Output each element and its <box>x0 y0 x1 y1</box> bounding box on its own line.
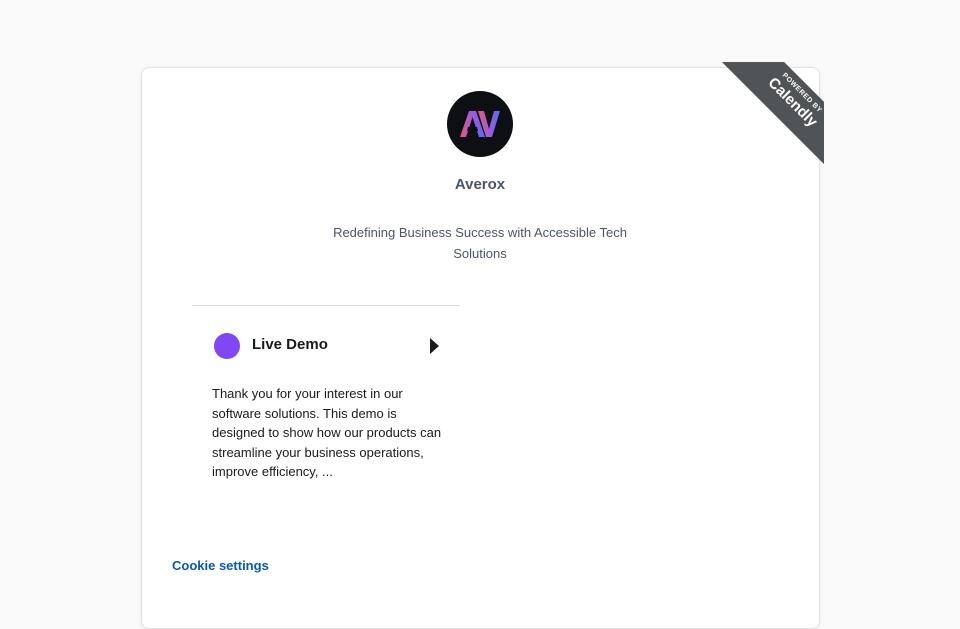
averox-logo-icon <box>460 111 500 137</box>
organization-name: Averox <box>454 176 506 193</box>
cookie-settings-link[interactable]: Cookie settings <box>172 558 269 573</box>
play-arrow-icon <box>430 338 439 354</box>
event-description: Thank you for your interest in our softw… <box>212 386 442 480</box>
powered-by-ribbon[interactable]: POWERED BY Calendly <box>719 62 824 167</box>
ribbon-brand-text: Calendly <box>764 74 821 131</box>
event-divider <box>192 305 460 306</box>
organization-logo <box>447 91 513 157</box>
ribbon-band: POWERED BY Calendly <box>720 62 824 167</box>
event-live-demo[interactable]: Live Demo <box>192 320 460 372</box>
event-color-dot <box>214 333 240 359</box>
organization-tagline: Redefining Business Success with Accessi… <box>333 225 627 261</box>
event-title: Live Demo <box>252 336 328 353</box>
